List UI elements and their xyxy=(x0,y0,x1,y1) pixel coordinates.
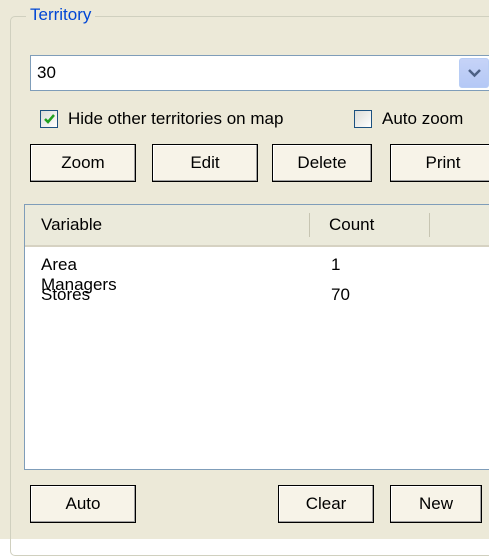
hide-other-territories-checkbox[interactable] xyxy=(40,110,58,128)
edit-button[interactable]: Edit xyxy=(152,144,258,182)
chevron-down-icon xyxy=(468,69,481,78)
cell-variable: Stores xyxy=(41,285,91,304)
checkmark-icon xyxy=(44,114,55,124)
new-button[interactable]: New xyxy=(390,485,482,523)
variables-table[interactable]: Variable Count Area Managers 1 Stores 70 xyxy=(24,204,489,470)
auto-button[interactable]: Auto xyxy=(30,485,136,523)
hide-other-territories-option[interactable]: Hide other territories on map xyxy=(40,108,283,130)
territory-select-value: 30 xyxy=(37,63,56,82)
group-title: Territory xyxy=(26,4,96,26)
auto-zoom-label: Auto zoom xyxy=(382,109,464,128)
delete-button[interactable]: Delete xyxy=(272,144,372,182)
column-divider[interactable] xyxy=(429,213,430,237)
territory-panel: Territory 30 Hide other territories on m… xyxy=(0,0,489,556)
dropdown-button[interactable] xyxy=(459,58,489,88)
auto-zoom-option[interactable]: Auto zoom xyxy=(354,108,463,130)
territory-select[interactable]: 30 xyxy=(30,55,489,91)
print-button[interactable]: Print xyxy=(390,144,489,182)
clear-button[interactable]: Clear xyxy=(278,485,374,523)
zoom-button[interactable]: Zoom xyxy=(30,144,136,182)
cell-count: 70 xyxy=(331,285,350,304)
column-header-variable[interactable]: Variable xyxy=(41,215,102,235)
column-header-count[interactable]: Count xyxy=(329,215,374,235)
column-divider[interactable] xyxy=(309,213,310,237)
cell-count: 1 xyxy=(331,255,341,274)
table-header: Variable Count xyxy=(25,205,489,247)
hide-other-territories-label: Hide other territories on map xyxy=(68,109,284,128)
auto-zoom-checkbox[interactable] xyxy=(354,110,372,128)
